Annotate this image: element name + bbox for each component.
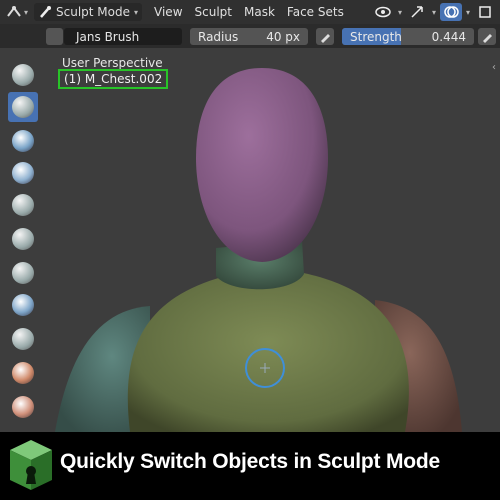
tool-draw[interactable]: [8, 60, 38, 90]
active-object-name: (1) M_Chest.002: [58, 69, 169, 89]
banner-title: Quickly Switch Objects in Sculpt Mode: [60, 450, 441, 473]
layer-brush-icon: [12, 228, 34, 250]
tool-draw-sharp[interactable]: [8, 92, 38, 122]
crease-brush-icon: [12, 328, 34, 350]
sidebar-toggle-icon[interactable]: ‹: [492, 62, 496, 73]
gizmo-icon: [411, 6, 423, 18]
smooth-brush-icon: [12, 362, 34, 384]
tool-smooth[interactable]: [8, 358, 38, 388]
brush-name-field[interactable]: Jans Brush: [64, 28, 182, 45]
chevron-down-icon: ▾: [134, 7, 139, 17]
radius-pressure-button[interactable]: [316, 28, 334, 45]
chevron-down-icon: ▾: [465, 7, 470, 17]
shading-button[interactable]: [474, 3, 496, 21]
tool-clay-strips[interactable]: [8, 158, 38, 188]
header-bar: ▾ Sculpt Mode ▾ View Sculpt Mask Face Se…: [0, 0, 500, 24]
header-right-tools: ▾ ▾ ▾: [372, 0, 500, 24]
brush-icon: [40, 6, 52, 18]
editor-type-icon: [7, 6, 21, 17]
brush-name: Jans Brush: [76, 29, 140, 44]
chevron-down-icon: ▾: [397, 7, 402, 17]
tool-crease[interactable]: [8, 324, 38, 354]
clay-thumb-brush-icon: [12, 194, 34, 216]
pen-pressure-icon: [483, 33, 492, 43]
brush-thumbnail[interactable]: [46, 28, 63, 45]
radius-slider[interactable]: Radius 40 px: [190, 28, 308, 45]
tool-blob[interactable]: [8, 290, 38, 320]
tool-inflate[interactable]: [8, 258, 38, 288]
blob-brush-icon: [12, 294, 34, 316]
strength-label: Strength: [350, 29, 402, 44]
flatten-brush-icon: [12, 396, 34, 418]
menu-face-sets[interactable]: Face Sets: [281, 5, 350, 19]
tool-layer[interactable]: [8, 224, 38, 254]
viewport-perspective-label: User Perspective: [62, 56, 163, 70]
sculpt-toolbar: [5, 58, 41, 432]
tool-clay-thumb[interactable]: [8, 190, 38, 220]
draw-sharp-brush-icon: [12, 96, 34, 118]
overlays-button[interactable]: [439, 3, 462, 21]
keyhole-cube-logo-icon: [10, 440, 52, 490]
eye-icon: [375, 6, 391, 18]
strength-value: 0.444: [431, 29, 466, 44]
mannequin-model: [55, 68, 462, 432]
radius-label: Radius: [198, 29, 239, 44]
strength-slider[interactable]: Strength 0.444: [342, 28, 474, 45]
editor-type-selector[interactable]: ▾: [6, 5, 28, 19]
pen-pressure-icon: [321, 33, 330, 43]
gizmo-button[interactable]: [406, 3, 428, 21]
clay-strips-brush-icon: [12, 162, 34, 184]
3d-viewport[interactable]: [0, 48, 500, 432]
draw-brush-icon: [12, 64, 34, 86]
overlays-icon: [444, 6, 459, 18]
mode-label: Sculpt Mode: [56, 5, 131, 19]
radius-value: 40 px: [266, 29, 300, 44]
menu-sculpt[interactable]: Sculpt: [189, 5, 238, 19]
inflate-brush-icon: [12, 262, 34, 284]
visibility-button[interactable]: [372, 3, 394, 21]
chevron-down-icon: ▾: [24, 7, 29, 17]
xray-icon: [479, 6, 491, 18]
strength-pressure-button[interactable]: [478, 28, 496, 45]
mode-dropdown[interactable]: Sculpt Mode ▾: [34, 3, 143, 21]
tool-clay[interactable]: [8, 126, 38, 156]
clay-brush-icon: [12, 130, 34, 152]
menu-view[interactable]: View: [148, 5, 188, 19]
tool-flatten[interactable]: [8, 392, 38, 422]
chevron-down-icon: ▾: [431, 7, 436, 17]
head: [196, 68, 328, 262]
menu-mask[interactable]: Mask: [238, 5, 281, 19]
